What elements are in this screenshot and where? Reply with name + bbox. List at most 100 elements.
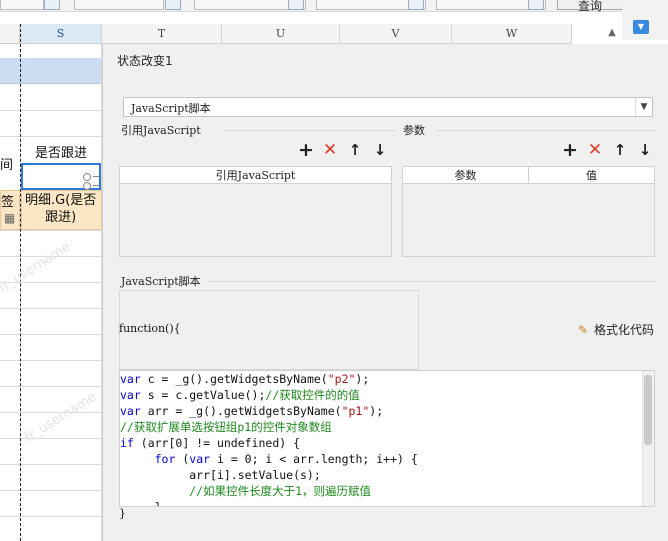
code-token: (arr[0] != undefined) { [140, 436, 301, 450]
grid-line [0, 110, 102, 111]
delete-param-icon[interactable]: ✕ [586, 141, 604, 159]
code-token: if [120, 436, 141, 450]
script-type-value: JavaScript脚本 [131, 102, 211, 115]
code-token: var [120, 372, 148, 386]
grid-line [0, 230, 102, 231]
column-header-T[interactable]: T [102, 24, 222, 44]
widget-radio-icon [83, 182, 91, 190]
grid-line [0, 412, 102, 413]
grid-line [0, 464, 102, 465]
move-param-down-icon[interactable]: ↓ [636, 141, 654, 159]
grid-line [0, 308, 102, 309]
code-line[interactable]: var s = c.getValue();//获取控件的的值 [120, 387, 360, 403]
divider [223, 130, 395, 131]
code-line[interactable]: //获取扩展单选按钮组p1的控件对象数组 [120, 419, 332, 435]
code-token: ); [355, 372, 370, 386]
cell-follow-formula-text: 明细.G(是否 跟进) [25, 193, 97, 225]
cell-row-left-text: 签 [1, 195, 15, 210]
code-token: var [189, 452, 217, 466]
code-token: var [120, 388, 148, 402]
divider [209, 281, 655, 282]
column-header-U[interactable]: U [222, 24, 340, 44]
widget-dash-icon [93, 176, 99, 177]
code-token: for [154, 452, 183, 466]
function-close-text: } [119, 507, 126, 520]
grid-line [0, 438, 102, 439]
ref-section-label: 引用JavaScript [121, 124, 201, 137]
code-line[interactable]: var arr = _g().getWidgetsByName("p1"); [120, 403, 383, 419]
code-scrollbar-thumb[interactable] [644, 375, 652, 445]
code-scrollbar[interactable] [642, 371, 654, 506]
cell-header-left[interactable]: 间 [0, 154, 13, 173]
delete-ref-icon[interactable]: ✕ [321, 141, 339, 159]
column-header-V[interactable]: V [340, 24, 452, 44]
param-table[interactable]: 参数 值 [402, 166, 655, 257]
grid-line [0, 516, 102, 517]
brush-icon: ✎ [577, 323, 589, 337]
script-type-select[interactable]: JavaScript脚本 ▼ [123, 97, 653, 117]
code-token: //获取控件的的值 [265, 388, 360, 402]
grid-line [0, 334, 102, 335]
code-token: arr[i].setValue(s); [120, 468, 321, 482]
toolbar-picker-button[interactable] [165, 0, 181, 10]
watermark: fr_username [0, 239, 74, 296]
cell-follow-formula[interactable]: 明细.G(是否 跟进) [21, 190, 102, 230]
param-col-header[interactable]: 参数 [403, 167, 529, 184]
column-header-W[interactable]: W [452, 24, 572, 44]
move-ref-down-icon[interactable]: ↓ [371, 141, 389, 159]
toolbar-picker-button[interactable] [288, 0, 304, 10]
code-token: arr = _g().getWidgetsByName( [147, 404, 342, 418]
param-section-label: 参数 [403, 124, 425, 137]
toolbar-picker-button[interactable] [408, 0, 424, 10]
ref-table-header[interactable]: 引用JavaScript [120, 167, 391, 184]
chevron-down-icon[interactable]: ▼ [635, 98, 652, 116]
dialog-title: 状态改变1 [117, 54, 173, 68]
code-token: "p2" [327, 372, 356, 386]
widget-dash-icon [93, 185, 99, 186]
collapse-up-icon[interactable]: ▲ [605, 26, 619, 40]
code-line[interactable]: //如果控件长度大于1，则遍历赋值 [120, 483, 371, 499]
code-token: var [120, 404, 148, 418]
column-header-R[interactable] [0, 24, 20, 44]
widget-radio-icon [83, 173, 91, 181]
format-code-button[interactable]: ✎ 格式化代码 [575, 321, 654, 339]
code-token: c = _g().getWidgetsByName( [147, 372, 328, 386]
code-editor[interactable]: var c = _g().getWidgetsByName("p2"); var … [119, 370, 655, 507]
code-token: } [120, 500, 162, 507]
move-ref-up-icon[interactable]: ↑ [346, 141, 364, 159]
code-token: ); [369, 404, 384, 418]
grid-line [0, 490, 102, 491]
function-open-text: function(){ [119, 322, 181, 335]
query-button[interactable]: 查询 [557, 0, 623, 13]
selected-cell[interactable] [21, 163, 101, 190]
cell-row-left[interactable]: 签 ▦ [0, 190, 20, 230]
code-line[interactable]: } [120, 499, 162, 507]
code-token: //如果控件长度大于1，则遍历赋值 [189, 484, 372, 498]
code-token: i = 0; i < arr.length; i++) { [216, 452, 418, 466]
ref-table[interactable]: 引用JavaScript [119, 166, 392, 257]
format-code-label: 格式化代码 [594, 323, 655, 337]
code-line[interactable]: if (arr[0] != undefined) { [120, 435, 300, 451]
header-row-band [0, 58, 102, 84]
toolbar-field[interactable] [74, 0, 164, 10]
toolbar-picker-button[interactable] [528, 0, 544, 10]
dropdown-icon[interactable]: ▼ [633, 20, 649, 34]
value-col-header[interactable]: 值 [529, 167, 654, 184]
add-param-plus-icon[interactable]: + [561, 141, 579, 160]
script-section-label: JavaScript脚本 [121, 275, 201, 288]
column-header-S[interactable]: S [20, 24, 102, 44]
code-line[interactable]: arr[i].setValue(s); [120, 467, 321, 483]
cell-follow-header[interactable]: 是否跟进 [35, 142, 87, 161]
grid-line [0, 386, 102, 387]
code-line[interactable]: var c = _g().getWidgetsByName("p2"); [120, 371, 369, 387]
code-line[interactable]: for (var i = 0; i < arr.length; i++) { [120, 451, 418, 467]
divider [437, 130, 655, 131]
code-token: s = c.getValue(); [147, 388, 266, 402]
code-token: //获取扩展单选按钮组p1的控件对象数组 [120, 420, 332, 434]
move-param-up-icon[interactable]: ↑ [611, 141, 629, 159]
toolbar-picker-button[interactable] [44, 0, 60, 10]
calendar-icon: ▦ [4, 211, 16, 225]
toolbar-field[interactable] [0, 0, 44, 10]
add-ref-plus-icon[interactable]: + [297, 141, 315, 160]
